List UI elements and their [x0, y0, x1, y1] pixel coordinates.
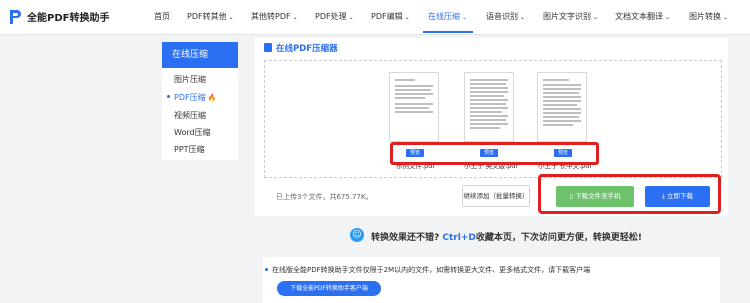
download-client-button[interactable]: 下载全能PDF转换助手客户端 [277, 281, 381, 296]
chevron-down-icon: ⌄ [228, 14, 234, 21]
notice-text: 在线版全能PDF转换助手文件仅限于2M以内的文件，如需转换更大文件、更多格式文件… [272, 266, 591, 274]
smiley-icon: ☺ [350, 228, 364, 242]
nav-item-image-convert[interactable]: 图片转换 ⌄ [689, 11, 728, 22]
continue-add-button[interactable]: 继续添加（批量转换） [462, 185, 530, 207]
file-thumbnail[interactable] [537, 72, 587, 142]
nav-item-online-compress[interactable]: 在线压缩 ⌄ [428, 11, 467, 22]
nav-item-translate[interactable]: 文档文本翻译 ⌄ [615, 11, 670, 22]
top-navigation-bar: 全能PDF转换助手 首页 PDF转其他 ⌄ 其他转PDF ⌄ PDF处理 ⌄ PDF编… [0, 0, 750, 35]
nav-item-speech-recognition[interactable]: 语音识别 ⌄ [486, 11, 525, 22]
chevron-down-icon: ⌄ [665, 14, 671, 21]
chevron-down-icon: ⌄ [593, 14, 599, 21]
sidebar-item-video-compress[interactable]: 视频压缩 [174, 110, 206, 121]
pdf-logo-icon [10, 10, 21, 24]
notice-panel [263, 257, 720, 303]
chevron-down-icon: ⌄ [348, 14, 354, 21]
highlight-box-buttons [538, 174, 721, 214]
section-title: 在线PDF压缩器 [276, 44, 338, 54]
chevron-down-icon: ⌄ [462, 14, 468, 21]
sidebar-item-image-compress[interactable]: 图片压缩 [174, 74, 206, 85]
sidebar-item-ppt-compress[interactable]: PPT压缩 [174, 144, 205, 155]
chevron-down-icon: ⌄ [404, 14, 410, 21]
document-icon [264, 43, 272, 52]
file-thumbnail[interactable] [464, 72, 514, 142]
fire-icon: 🔥 [207, 94, 217, 102]
bullet-dot [265, 268, 268, 271]
sidebar-item-word-compress[interactable]: Word压缩 [174, 127, 211, 138]
nav-item-pdf-process[interactable]: PDF处理 ⌄ [315, 11, 354, 22]
nav-item-other-to-pdf[interactable]: 其他转PDF ⌄ [251, 11, 298, 22]
sidebar-item-pdf-compress[interactable]: PDF压缩 🔥 [167, 92, 217, 103]
app-title: 全能PDF转换助手 [27, 13, 110, 24]
nav-item-pdf-edit[interactable]: PDF编辑 ⌄ [371, 11, 410, 22]
chevron-down-icon: ⌄ [292, 14, 298, 21]
sidebar: 在线压缩 图片压缩 PDF压缩 🔥 视频压缩 Word压缩 PPT压缩 [162, 42, 238, 160]
nav-item-image-ocr[interactable]: 图片文字识别 ⌄ [543, 11, 598, 22]
nav-item-home[interactable]: 首页 [154, 11, 170, 22]
upload-info: 已上传3个文件，共675.77K。 [276, 193, 373, 201]
active-dot [167, 95, 170, 98]
active-nav-underline [423, 31, 473, 33]
chevron-down-icon: ⌄ [520, 14, 526, 21]
nav-item-pdf-to-other[interactable]: PDF转其他 ⌄ [187, 11, 234, 22]
bookmark-promo: 转换效果还不错? Ctrl+D收藏本页，下次访问更方便，转换更轻松! [371, 233, 642, 243]
highlight-box-files [390, 142, 599, 165]
file-thumbnail[interactable] [389, 72, 439, 142]
chevron-down-icon: ⌄ [723, 14, 729, 21]
sidebar-header: 在线压缩 [162, 42, 238, 68]
